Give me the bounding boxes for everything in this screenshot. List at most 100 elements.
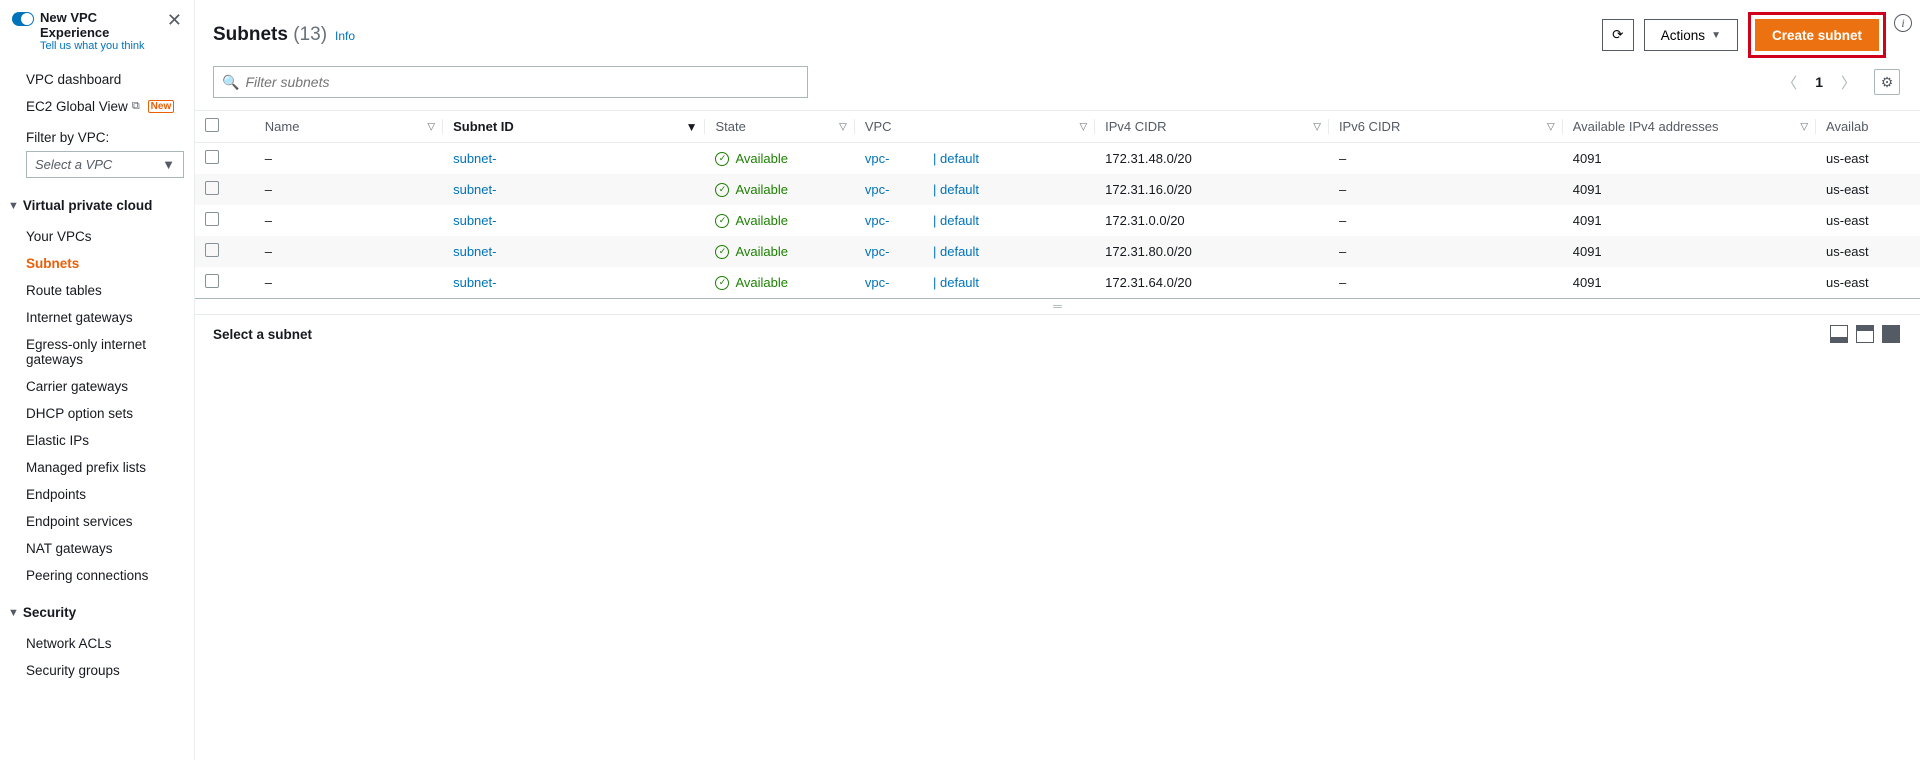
state-badge: ✓Available — [715, 151, 844, 166]
actions-button[interactable]: Actions ▼ — [1644, 19, 1738, 51]
subnet-id-link[interactable]: subnet- — [453, 244, 496, 259]
filter-subnets-input[interactable]: 🔍 — [213, 66, 808, 98]
cell-available-ipv4: 4091 — [1563, 236, 1816, 267]
subnet-id-link[interactable]: subnet- — [453, 182, 496, 197]
subnet-id-link[interactable]: subnet- — [453, 275, 496, 290]
vpc-default-link[interactable]: | default — [929, 244, 979, 259]
filter-text-field[interactable] — [245, 74, 799, 90]
info-link[interactable]: Info — [335, 29, 355, 43]
filter-by-vpc-label: Filter by VPC: — [0, 126, 194, 151]
cell-ipv4-cidr: 172.31.48.0/20 — [1095, 143, 1329, 175]
sidebar-item[interactable]: Network ACLs — [26, 630, 194, 657]
sidebar-item[interactable]: DHCP option sets — [26, 400, 194, 427]
refresh-button[interactable]: ⟳ — [1602, 19, 1634, 51]
section-header[interactable]: ▼Security — [0, 595, 194, 624]
state-badge: ✓Available — [715, 182, 844, 197]
sidebar-item[interactable]: Managed prefix lists — [26, 454, 194, 481]
subnet-id-link[interactable]: subnet- — [453, 213, 496, 228]
cell-az: us-east — [1816, 267, 1920, 298]
close-icon[interactable]: ✕ — [163, 10, 186, 31]
sidebar-item[interactable]: Carrier gateways — [26, 373, 194, 400]
sidebar-item[interactable]: Route tables — [26, 277, 194, 304]
table-row[interactable]: –subnet-✓Availablevpc- | default172.31.6… — [195, 267, 1920, 298]
sidebar-item[interactable]: Endpoint services — [26, 508, 194, 535]
table-row[interactable]: –subnet-✓Availablevpc- | default172.31.8… — [195, 236, 1920, 267]
table-row[interactable]: –subnet-✓Availablevpc- | default172.31.1… — [195, 174, 1920, 205]
vpc-default-link[interactable]: | default — [929, 275, 979, 290]
vpc-default-link[interactable]: | default — [929, 151, 979, 166]
layout-full-button[interactable] — [1882, 325, 1900, 343]
select-vpc-placeholder: Select a VPC — [35, 157, 112, 172]
sidebar-item[interactable]: Your VPCs — [26, 223, 194, 250]
cell-ipv4-cidr: 172.31.0.0/20 — [1095, 205, 1329, 236]
sort-icon: ▽ — [427, 121, 435, 132]
help-info-icon[interactable]: i — [1894, 14, 1912, 32]
select-all-checkbox[interactable] — [205, 118, 219, 132]
sidebar-item[interactable]: Peering connections — [26, 562, 194, 589]
col-vpc[interactable]: VPC▽ — [855, 111, 1095, 143]
sidebar-item[interactable]: Subnets — [26, 250, 194, 277]
col-ipv4-cidr[interactable]: IPv4 CIDR▽ — [1095, 111, 1329, 143]
sidebar-item[interactable]: NAT gateways — [26, 535, 194, 562]
cell-available-ipv4: 4091 — [1563, 143, 1816, 175]
cell-az: us-east — [1816, 174, 1920, 205]
col-az[interactable]: Availab — [1816, 111, 1920, 143]
row-checkbox[interactable] — [205, 150, 219, 164]
sort-icon: ▼ — [686, 120, 698, 134]
vpc-link[interactable]: vpc- — [865, 213, 890, 228]
resize-handle[interactable]: ═ — [195, 298, 1920, 315]
section-header[interactable]: ▼Virtual private cloud — [0, 188, 194, 217]
col-available-ipv4[interactable]: Available IPv4 addresses▽ — [1563, 111, 1816, 143]
row-checkbox[interactable] — [205, 212, 219, 226]
chevron-down-icon: ▼ — [1711, 30, 1721, 41]
vpc-link[interactable]: vpc- — [865, 182, 890, 197]
detail-panel: Select a subnet — [195, 315, 1920, 353]
vpc-default-link[interactable]: | default — [929, 182, 979, 197]
page-title: Subnets (13) — [213, 24, 327, 46]
cell-az: us-east — [1816, 205, 1920, 236]
layout-top-button[interactable] — [1856, 325, 1874, 343]
sidebar-header: New VPC Experience Tell us what you thin… — [0, 0, 194, 58]
row-checkbox[interactable] — [205, 274, 219, 288]
search-icon: 🔍 — [222, 74, 239, 91]
col-state[interactable]: State▽ — [705, 111, 854, 143]
cell-ipv6-cidr: – — [1329, 174, 1563, 205]
vpc-link[interactable]: vpc- — [865, 275, 890, 290]
table-row[interactable]: –subnet-✓Availablevpc- | default172.31.0… — [195, 205, 1920, 236]
next-page-button[interactable]: 〉 — [1841, 72, 1856, 93]
subnet-count: (13) — [293, 24, 327, 45]
table-row[interactable]: –subnet-✓Availablevpc- | default172.31.4… — [195, 143, 1920, 175]
sidebar-item[interactable]: Endpoints — [26, 481, 194, 508]
col-ipv6-cidr[interactable]: IPv6 CIDR▽ — [1329, 111, 1563, 143]
col-name[interactable]: Name▽ — [255, 111, 443, 143]
row-checkbox[interactable] — [205, 181, 219, 195]
sidebar-item[interactable]: Internet gateways — [26, 304, 194, 331]
sidebar-item-vpc-dashboard[interactable]: VPC dashboard — [26, 66, 194, 93]
cell-ipv6-cidr: – — [1329, 267, 1563, 298]
gear-icon: ⚙ — [1881, 74, 1894, 91]
select-vpc-dropdown[interactable]: Select a VPC ▼ — [26, 151, 184, 178]
new-vpc-toggle[interactable] — [12, 12, 34, 26]
create-subnet-button[interactable]: Create subnet — [1755, 19, 1879, 51]
vpc-default-link[interactable]: | default — [929, 213, 979, 228]
new-vpc-subtitle[interactable]: Tell us what you think — [40, 40, 163, 52]
col-subnet-id[interactable]: Subnet ID▼ — [443, 111, 705, 143]
cell-az: us-east — [1816, 236, 1920, 267]
sidebar-item-label: EC2 Global View — [26, 99, 128, 114]
check-circle-icon: ✓ — [715, 245, 729, 259]
vpc-link[interactable]: vpc- — [865, 244, 890, 259]
layout-bottom-button[interactable] — [1830, 325, 1848, 343]
sort-icon: ▽ — [1313, 121, 1321, 132]
sidebar-item-ec2-global[interactable]: EC2 Global View ⧉ New — [26, 93, 194, 120]
row-checkbox[interactable] — [205, 243, 219, 257]
vpc-link[interactable]: vpc- — [865, 151, 890, 166]
page-number: 1 — [1815, 74, 1823, 90]
settings-button[interactable]: ⚙ — [1874, 69, 1900, 95]
sidebar-item[interactable]: Egress-only internet gateways — [26, 331, 194, 373]
sidebar-item[interactable]: Elastic IPs — [26, 427, 194, 454]
prev-page-button[interactable]: 〈 — [1782, 72, 1797, 93]
subnet-id-link[interactable]: subnet- — [453, 151, 496, 166]
table-header-row: Name▽ Subnet ID▼ State▽ VPC▽ IPv4 CIDR▽ … — [195, 111, 1920, 143]
sidebar-item[interactable]: Security groups — [26, 657, 194, 684]
highlight-box: Create subnet — [1748, 12, 1886, 58]
